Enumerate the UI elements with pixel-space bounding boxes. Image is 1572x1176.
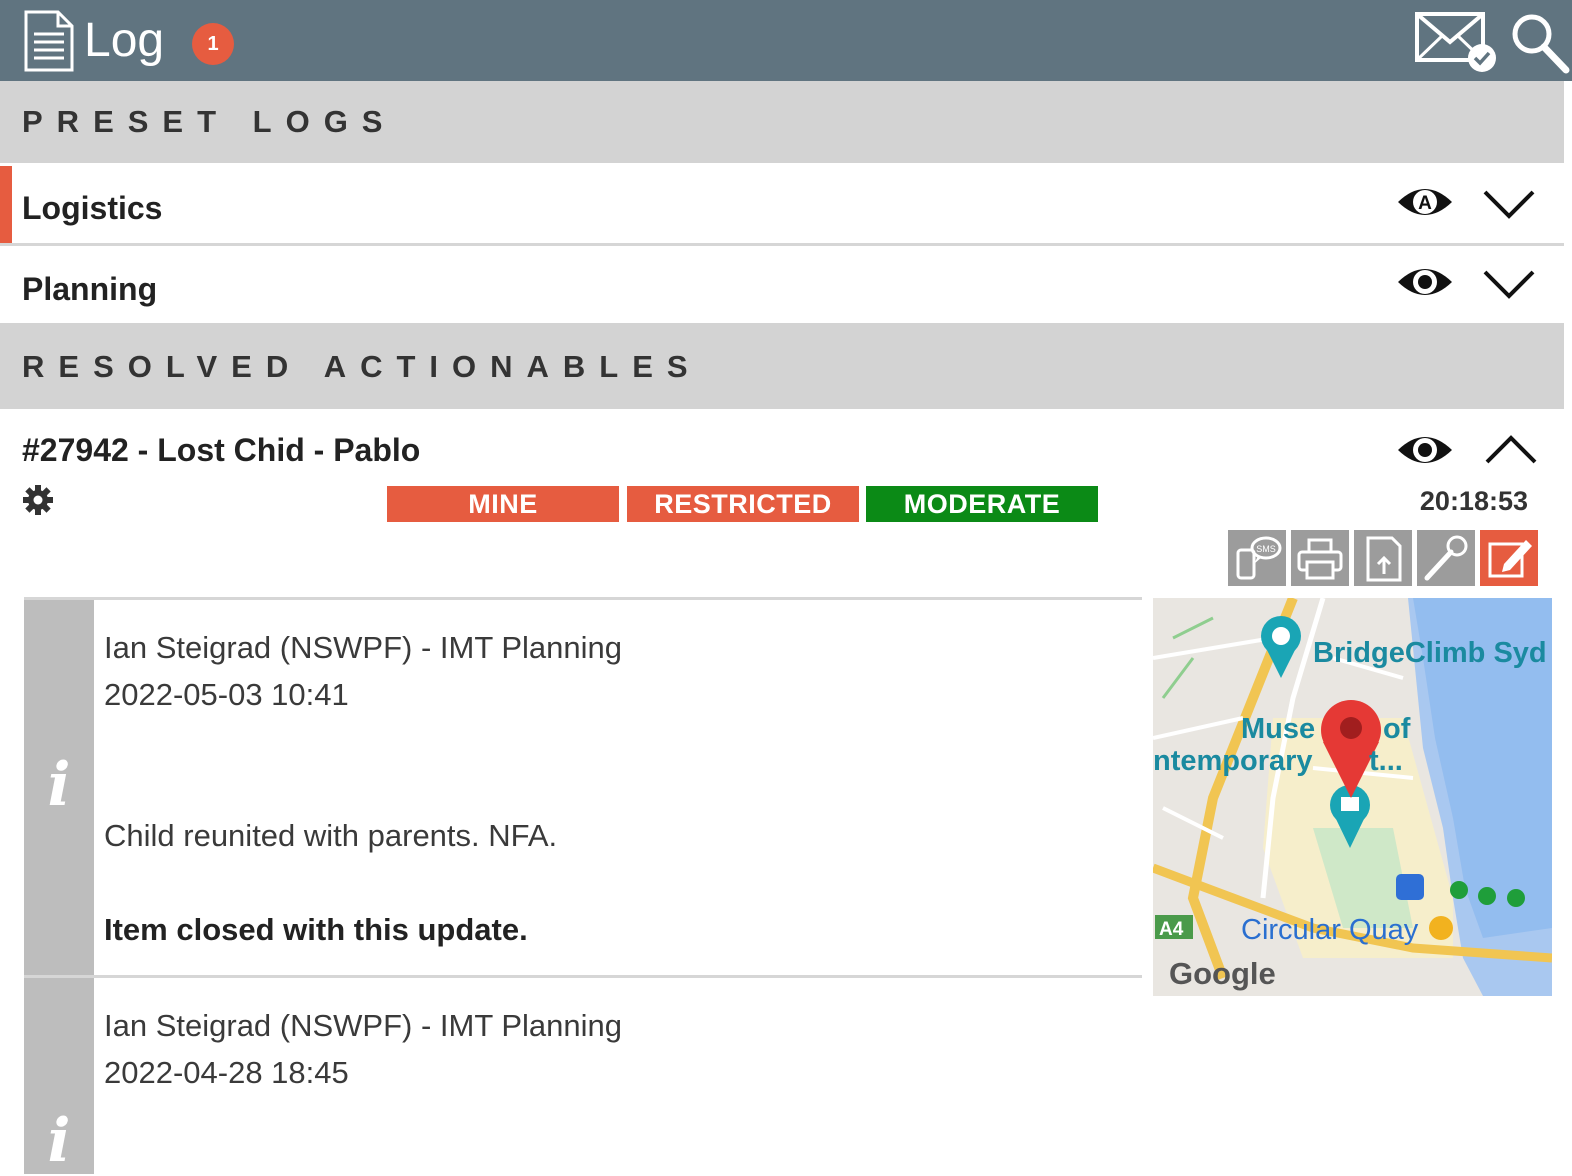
search-icon[interactable] <box>1508 10 1570 74</box>
entry-message: Child reunited with parents. NFA. <box>104 818 558 853</box>
attach-document-icon <box>1366 536 1402 582</box>
svg-text:A: A <box>1418 193 1432 214</box>
log-item-label: Logistics <box>22 190 163 226</box>
google-logo: Google <box>1169 956 1276 991</box>
location-map[interactable]: BridgeClimb Syd Muse of ntemporary t... … <box>1153 598 1552 996</box>
map-label-circular-quay: Circular Quay <box>1241 914 1419 946</box>
print-button[interactable] <box>1291 530 1349 586</box>
page-title: Log <box>84 14 165 67</box>
chevron-down-icon[interactable] <box>1482 188 1536 220</box>
item-time: 20:18:53 <box>1419 486 1528 516</box>
sms-button[interactable]: SMS <box>1228 530 1286 586</box>
chevron-up-icon[interactable] <box>1484 434 1538 466</box>
top-bar: Log 1 <box>0 0 1572 81</box>
entry-author: Ian Steigrad (NSWPF) - IMT Planning <box>104 1008 622 1043</box>
mail-check-icon[interactable] <box>1414 8 1500 74</box>
eye-a-icon[interactable]: A <box>1396 182 1454 222</box>
resolved-actionables-header: RESOLVED ACTIONABLES <box>0 323 1564 409</box>
map-label-museum-1: Muse <box>1241 713 1315 745</box>
map-label-road: A4 <box>1159 919 1184 940</box>
print-icon <box>1297 538 1343 580</box>
entry-sidebar: i <box>24 600 94 976</box>
svg-text:SMS: SMS <box>1256 544 1276 554</box>
info-icon: i <box>47 1106 71 1176</box>
entry-divider <box>24 975 1142 978</box>
actionable-title[interactable]: #27942 - Lost Chid - Pablo <box>22 432 420 469</box>
map-label-bridgeclimb: BridgeClimb Syd <box>1313 637 1547 669</box>
row-divider <box>0 243 1564 246</box>
document-icon <box>24 10 74 72</box>
microphone-button[interactable] <box>1417 530 1475 586</box>
log-item-label: Planning <box>22 271 158 307</box>
entry-sidebar: i <box>24 978 94 1176</box>
log-item-planning[interactable]: Planning <box>0 247 1564 323</box>
edit-icon <box>1488 540 1532 578</box>
attach-document-button[interactable] <box>1354 530 1412 586</box>
entry-author: Ian Steigrad (NSWPF) - IMT Planning <box>104 630 622 665</box>
log-item-logistics[interactable]: Logistics <box>0 166 1564 244</box>
tag-mine: MINE <box>387 486 619 522</box>
map-label-museum-2: of <box>1383 713 1411 745</box>
tag-restricted: RESTRICTED <box>627 486 859 522</box>
sms-icon: SMS <box>1236 536 1282 580</box>
entry-closing-note: Item closed with this update. <box>104 912 528 947</box>
map-label-museum-3: ntemporary <box>1153 745 1313 777</box>
entry-datetime: 2022-05-03 10:41 <box>104 677 349 712</box>
tag-moderate: MODERATE <box>866 486 1098 522</box>
map-label-museum-4: t... <box>1369 745 1403 777</box>
notification-badge[interactable]: 1 <box>192 23 234 65</box>
gear-icon[interactable] <box>22 484 54 516</box>
eye-icon[interactable] <box>1396 430 1454 470</box>
edit-button[interactable] <box>1480 530 1538 586</box>
eye-icon[interactable] <box>1396 262 1454 302</box>
microphone-icon <box>1424 535 1468 581</box>
chevron-down-icon[interactable] <box>1482 268 1536 300</box>
entry-divider <box>24 597 1142 600</box>
info-icon: i <box>47 750 71 820</box>
entry-datetime: 2022-04-28 18:45 <box>104 1055 349 1090</box>
preset-logs-header: PRESET LOGS <box>0 81 1564 163</box>
